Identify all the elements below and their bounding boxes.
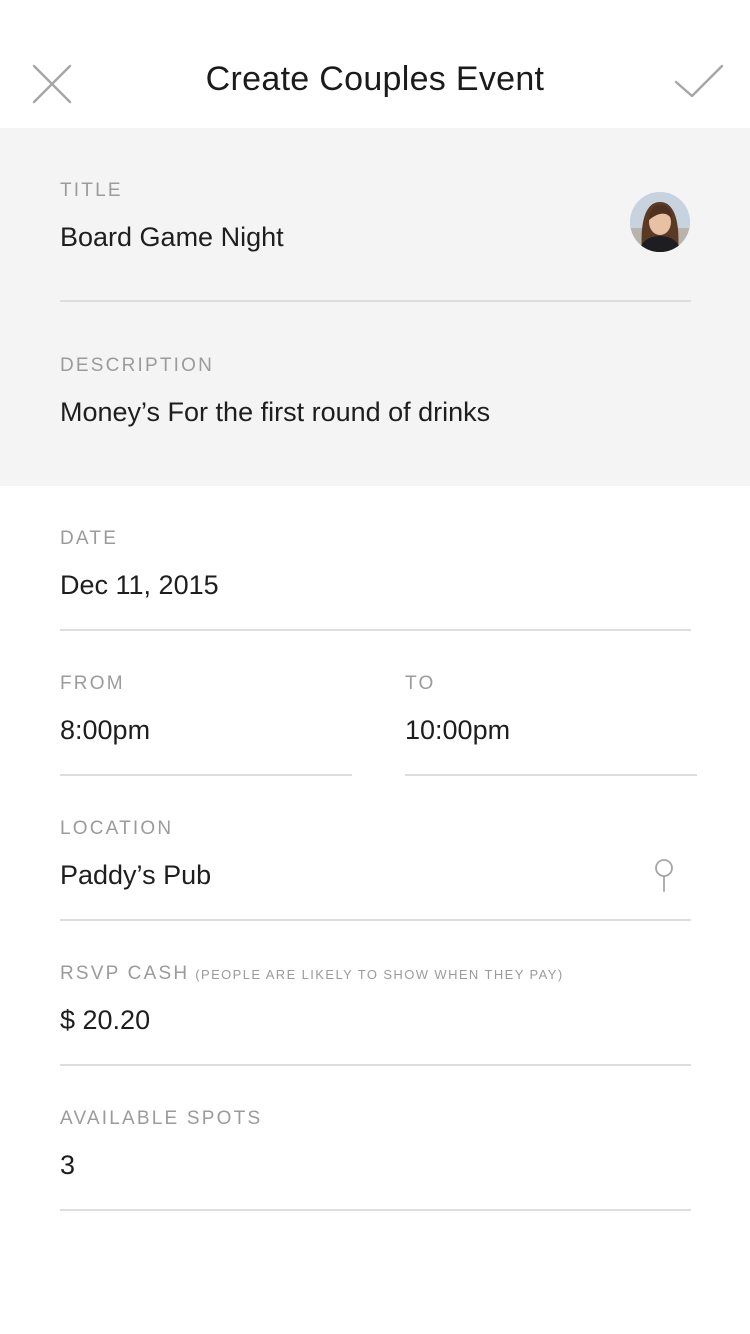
rsvp-cash-label-text: RSVP CASH [60,963,190,984]
divider [60,919,691,921]
rsvp-cash-hint: (PEOPLE ARE LIKELY TO SHOW WHEN THEY PAY… [195,967,564,982]
divider [60,774,352,776]
title-label: TITLE [60,180,123,201]
divider [60,629,691,631]
location-label: LOCATION [60,818,174,839]
available-spots-field[interactable]: AVAILABLE SPOTS 3 [60,1108,691,1212]
location-pin-icon[interactable] [652,859,676,893]
location-input[interactable]: Paddy’s Pub [60,860,211,891]
create-event-screen: Create Couples Event TITLE Board Game Ni… [0,0,750,1334]
page-title: Create Couples Event [205,60,545,98]
divider [60,1064,691,1066]
header-bar: Create Couples Event [0,0,750,128]
date-field[interactable]: DATE Dec 11, 2015 [60,528,691,632]
date-input[interactable]: Dec 11, 2015 [60,570,219,601]
rsvp-cash-field[interactable]: RSVP CASH (PEOPLE ARE LIKELY TO SHOW WHEN… [60,963,691,1067]
from-field[interactable]: FROM 8:00pm [60,673,352,777]
checkmark-icon[interactable] [672,58,726,106]
title-field[interactable]: TITLE Board Game Night [60,180,691,302]
description-label: DESCRIPTION [60,355,215,376]
to-field[interactable]: TO 10:00pm [405,673,697,777]
rsvp-cash-input[interactable]: $ 20.20 [60,1005,150,1036]
from-label: FROM [60,673,125,694]
available-spots-label: AVAILABLE SPOTS [60,1108,263,1129]
description-field[interactable]: DESCRIPTION Money’s For the first round … [60,355,691,445]
date-label: DATE [60,528,119,549]
from-time-input[interactable]: 8:00pm [60,715,150,746]
location-field[interactable]: LOCATION Paddy’s Pub [60,818,691,922]
description-input[interactable]: Money’s For the first round of drinks [60,397,490,428]
available-spots-input[interactable]: 3 [60,1150,75,1181]
avatar[interactable] [630,192,690,252]
to-time-input[interactable]: 10:00pm [405,715,510,746]
to-label: TO [405,673,436,694]
title-input[interactable]: Board Game Night [60,222,284,253]
divider [60,300,691,302]
divider [405,774,697,776]
rsvp-cash-label: RSVP CASH (PEOPLE ARE LIKELY TO SHOW WHEN… [60,963,564,985]
avatar-image [630,192,690,252]
divider [60,1209,691,1211]
